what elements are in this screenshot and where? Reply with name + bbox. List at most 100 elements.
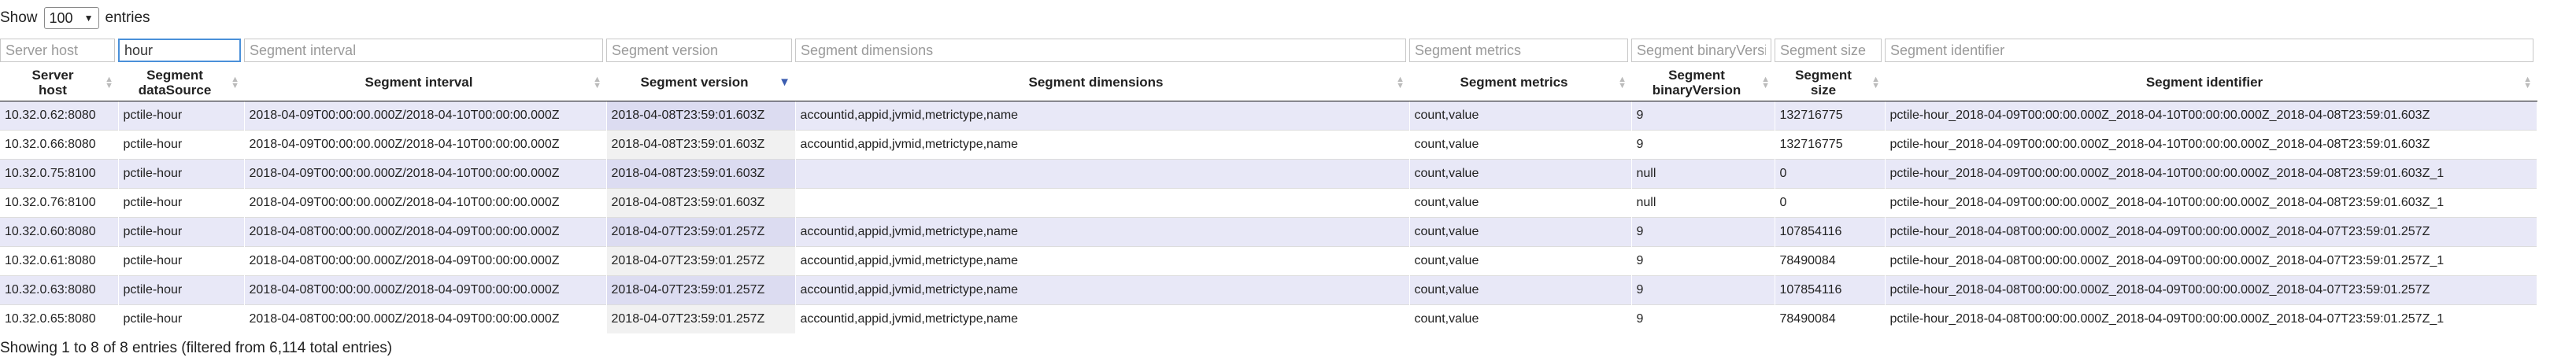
filter-segment-binaryversion[interactable] bbox=[1631, 39, 1771, 62]
cell-version: 2018-04-08T23:59:01.603Z bbox=[606, 187, 796, 217]
filter-segment-version[interactable] bbox=[606, 39, 792, 62]
column-header-label: Segment interval bbox=[365, 75, 473, 90]
cell-size: 0 bbox=[1775, 158, 1886, 188]
cell-identifier: pctile-hour_2018-04-09T00:00:00.000Z_201… bbox=[1885, 158, 2537, 188]
cell-interval: 2018-04-09T00:00:00.000Z/2018-04-10T00:0… bbox=[244, 187, 607, 217]
column-header-label: Segment metrics bbox=[1460, 75, 1568, 90]
cell-size: 132716775 bbox=[1775, 129, 1886, 159]
column-header-label: Server bbox=[31, 67, 74, 83]
cell-server-host: 10.32.0.75:8100 bbox=[0, 158, 119, 188]
cell-metrics: count,value bbox=[1409, 187, 1632, 217]
cell-metrics: count,value bbox=[1409, 129, 1632, 159]
cell-dimensions: accountid,appid,jvmid,metrictype,name bbox=[795, 129, 1410, 159]
cell-dimensions: accountid,appid,jvmid,metrictype,name bbox=[795, 245, 1410, 275]
table-row: 10.32.0.60:8080 pctile-hour 2018-04-08T0… bbox=[0, 216, 2537, 246]
cell-dimensions: accountid,appid,jvmid,metrictype,name bbox=[795, 216, 1410, 246]
column-header-segment-datasource[interactable]: Segment dataSource ▲ ▼ bbox=[118, 64, 244, 101]
cell-version: 2018-04-07T23:59:01.257Z bbox=[606, 245, 796, 275]
sort-icon: ▲ ▼ bbox=[1761, 74, 1770, 90]
cell-server-host: 10.32.0.76:8100 bbox=[0, 187, 119, 217]
cell-dimensions: accountid,appid,jvmid,metrictype,name bbox=[795, 304, 1410, 333]
segments-table: Server host ▲▼ Segment dataSource ▲▼ Seg… bbox=[0, 36, 2537, 333]
filter-segment-dimensions[interactable] bbox=[795, 39, 1406, 62]
column-header-label: Segment bbox=[1795, 67, 1852, 83]
cell-identifier: pctile-hour_2018-04-08T00:00:00.000Z_201… bbox=[1885, 245, 2537, 275]
cell-metrics: count,value bbox=[1409, 245, 1632, 275]
cell-datasource: pctile-hour bbox=[118, 304, 245, 333]
cell-size: 0 bbox=[1775, 187, 1886, 217]
filter-segment-datasource[interactable] bbox=[118, 39, 241, 62]
column-header-segment-metrics[interactable]: Segment metrics ▲ ▼ bbox=[1409, 64, 1631, 101]
column-header-segment-binaryversion[interactable]: Segment binaryVersion ▲ ▼ bbox=[1631, 64, 1775, 101]
cell-binaryversion: 9 bbox=[1631, 216, 1775, 246]
cell-version: 2018-04-07T23:59:01.257Z bbox=[606, 216, 796, 246]
cell-server-host: 10.32.0.60:8080 bbox=[0, 216, 119, 246]
filter-segment-metrics[interactable] bbox=[1409, 39, 1628, 62]
column-header-segment-version[interactable]: Segment version ▼ bbox=[606, 64, 795, 101]
cell-dimensions: accountid,appid,jvmid,metrictype,name bbox=[795, 274, 1410, 304]
sort-icon: ▲ ▼ bbox=[1871, 74, 1880, 90]
cell-interval: 2018-04-08T00:00:00.000Z/2018-04-09T00:0… bbox=[244, 245, 607, 275]
cell-identifier: pctile-hour_2018-04-09T00:00:00.000Z_201… bbox=[1885, 129, 2537, 159]
cell-metrics: count,value bbox=[1409, 158, 1632, 188]
cell-interval: 2018-04-09T00:00:00.000Z/2018-04-10T00:0… bbox=[244, 100, 607, 130]
cell-metrics: count,value bbox=[1409, 100, 1632, 130]
cell-metrics: count,value bbox=[1409, 304, 1632, 333]
cell-server-host: 10.32.0.66:8080 bbox=[0, 129, 119, 159]
column-header-label: Segment dimensions bbox=[1028, 75, 1164, 90]
sort-icon: ▲ ▼ bbox=[1396, 74, 1405, 90]
column-header-segment-dimensions[interactable]: Segment dimensions ▲ ▼ bbox=[795, 64, 1409, 101]
cell-binaryversion: null bbox=[1631, 158, 1775, 188]
sort-icon: ▲ ▼ bbox=[105, 74, 113, 90]
filter-segment-interval[interactable] bbox=[244, 39, 603, 62]
cell-dimensions bbox=[795, 187, 1410, 217]
cell-size: 132716775 bbox=[1775, 100, 1886, 130]
sort-desc-icon: ▼ bbox=[779, 75, 790, 89]
cell-dimensions: accountid,appid,jvmid,metrictype,name bbox=[795, 100, 1410, 130]
entries-select[interactable]: 100 ▼ bbox=[43, 7, 99, 29]
cell-version: 2018-04-08T23:59:01.603Z bbox=[606, 158, 796, 188]
cell-datasource: pctile-hour bbox=[118, 216, 245, 246]
filter-segment-identifier[interactable] bbox=[1885, 39, 2533, 62]
column-header-segment-interval[interactable]: Segment interval ▲ ▼ bbox=[244, 64, 606, 101]
filter-segment-size[interactable] bbox=[1775, 39, 1882, 62]
cell-interval: 2018-04-09T00:00:00.000Z/2018-04-10T00:0… bbox=[244, 129, 607, 159]
filter-row bbox=[0, 36, 2537, 64]
header-row: Server host ▲ ▼ Segment dataSource ▲ ▼ Seg… bbox=[0, 64, 2537, 101]
cell-identifier: pctile-hour_2018-04-09T00:00:00.000Z_201… bbox=[1885, 187, 2537, 217]
cell-identifier: pctile-hour_2018-04-09T00:00:00.000Z_201… bbox=[1885, 100, 2537, 130]
cell-binaryversion: 9 bbox=[1631, 100, 1775, 130]
column-header-label: Segment identifier bbox=[2145, 75, 2263, 90]
column-header-label: binaryVersion bbox=[1652, 82, 1741, 98]
cell-datasource: pctile-hour bbox=[118, 158, 245, 188]
filter-server-host[interactable] bbox=[0, 39, 115, 62]
column-header-label: size bbox=[1810, 82, 1837, 98]
column-header-server-host[interactable]: Server host ▲ ▼ bbox=[0, 64, 118, 101]
cell-size: 107854116 bbox=[1775, 274, 1886, 304]
cell-identifier: pctile-hour_2018-04-08T00:00:00.000Z_201… bbox=[1885, 216, 2537, 246]
column-header-label: Segment version bbox=[640, 75, 749, 90]
cell-datasource: pctile-hour bbox=[118, 274, 245, 304]
chevron-down-icon: ▼ bbox=[83, 13, 94, 24]
column-header-label: dataSource bbox=[138, 82, 212, 98]
cell-server-host: 10.32.0.62:8080 bbox=[0, 100, 119, 130]
column-header-label: Segment bbox=[146, 67, 203, 83]
cell-size: 78490084 bbox=[1775, 245, 1886, 275]
table-body: 10.32.0.62:8080 pctile-hour 2018-04-09T0… bbox=[0, 100, 2537, 333]
cell-binaryversion: 9 bbox=[1631, 274, 1775, 304]
column-header-segment-size[interactable]: Segment size ▲ ▼ bbox=[1775, 64, 1885, 101]
cell-size: 78490084 bbox=[1775, 304, 1886, 333]
cell-dimensions bbox=[795, 158, 1410, 188]
cell-version: 2018-04-08T23:59:01.603Z bbox=[606, 129, 796, 159]
length-prefix: Show bbox=[0, 9, 38, 26]
column-header-segment-identifier[interactable]: Segment identifier ▲ ▼ bbox=[1885, 64, 2537, 101]
column-header-label: host bbox=[39, 82, 67, 98]
cell-identifier: pctile-hour_2018-04-08T00:00:00.000Z_201… bbox=[1885, 274, 2537, 304]
cell-size: 107854116 bbox=[1775, 216, 1886, 246]
cell-server-host: 10.32.0.63:8080 bbox=[0, 274, 119, 304]
table-row: 10.32.0.76:8100 pctile-hour 2018-04-09T0… bbox=[0, 187, 2537, 217]
table-row: 10.32.0.63:8080 pctile-hour 2018-04-08T0… bbox=[0, 274, 2537, 304]
cell-datasource: pctile-hour bbox=[118, 129, 245, 159]
sort-icon: ▲ ▼ bbox=[2523, 74, 2532, 90]
cell-binaryversion: 9 bbox=[1631, 129, 1775, 159]
